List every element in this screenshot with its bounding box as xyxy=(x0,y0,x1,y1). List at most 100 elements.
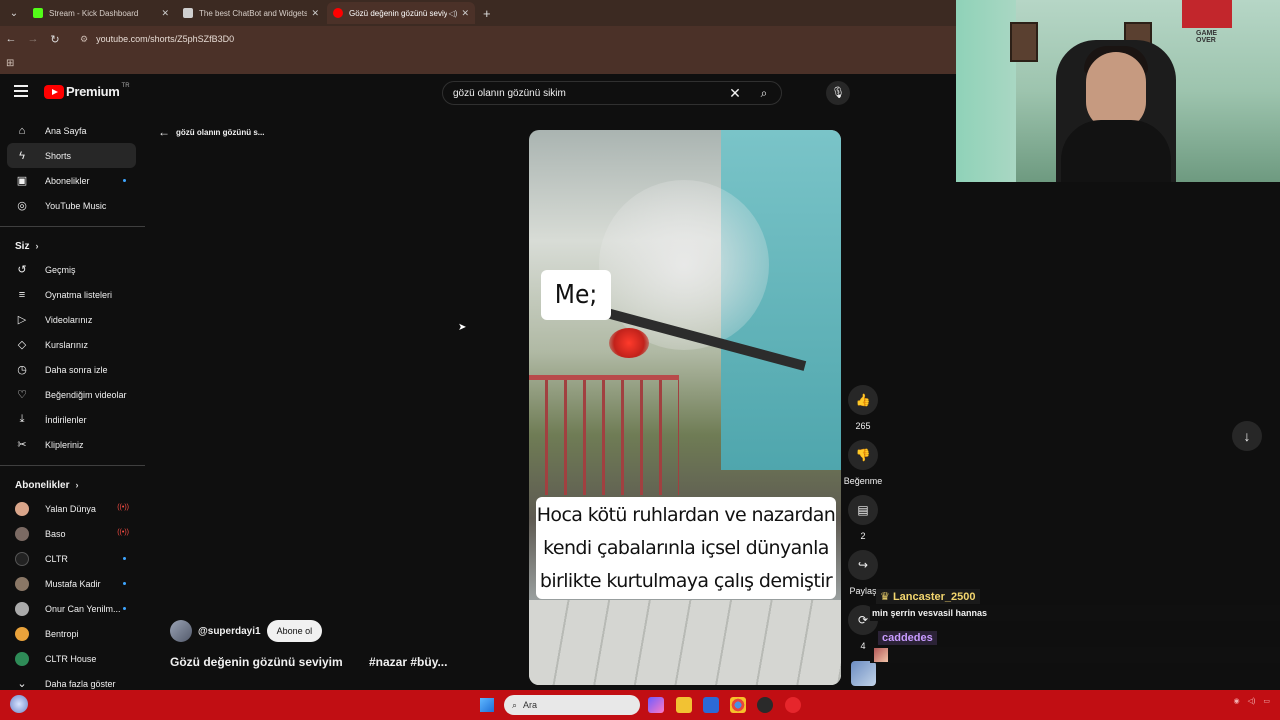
sidebar-item-downloads[interactable]: ⤓ İndirilenler xyxy=(7,407,136,432)
sidebar: ⌂ Ana Sayfa ϟ Shorts ▣ Abonelikler ◎ You… xyxy=(0,118,145,690)
sidebar-channel[interactable]: Bentropi xyxy=(7,621,136,646)
windows-start-icon[interactable] xyxy=(480,698,494,712)
file-explorer-icon[interactable] xyxy=(676,697,692,713)
channel-name[interactable]: @superdayi1 xyxy=(198,626,261,637)
taskbar-search[interactable]: ⌕ Ara xyxy=(504,695,640,715)
audio-playing-icon[interactable]: ◁) xyxy=(449,9,458,18)
address-bar-row: ← → ↻ ⚙ youtube.com/shorts/Z5phSZfB3D0 xyxy=(0,26,958,52)
sidebar-show-more[interactable]: ⌄ Daha fazla göster xyxy=(7,671,136,690)
sidebar-item-label: Geçmiş xyxy=(45,264,76,275)
browser-tab[interactable]: Stream - Kick Dashboard ✕ xyxy=(27,2,175,24)
chatbot-favicon-icon xyxy=(183,8,193,18)
sidebar-item-shorts[interactable]: ϟ Shorts xyxy=(7,143,136,168)
liked-icon: ♡ xyxy=(17,389,27,401)
sidebar-item-playlists[interactable]: ≡ Oynatma listeleri xyxy=(7,282,136,307)
video-caption: Hoca kötü ruhlardan ve nazardan kendi ça… xyxy=(536,497,836,599)
new-tab-icon[interactable]: + xyxy=(483,6,491,21)
like-button[interactable]: 👍 265 xyxy=(835,385,891,431)
back-to-search-link[interactable]: ← gözü olanın gözünü s... xyxy=(158,125,264,139)
url-text: youtube.com/shorts/Z5phSZfB3D0 xyxy=(96,34,235,44)
wall-frame xyxy=(1010,22,1038,62)
home-icon: ⌂ xyxy=(18,124,26,137)
youtube-premium-logo[interactable]: Premium TR xyxy=(44,83,130,99)
url-field[interactable]: ⚙ youtube.com/shorts/Z5phSZfB3D0 xyxy=(72,29,950,49)
sidebar-subscriptions-heading[interactable]: Abonelikler › xyxy=(0,474,145,496)
chevron-right-icon: › xyxy=(35,241,39,251)
obs-app-icon[interactable] xyxy=(757,697,773,713)
chat-message: min şerrin vesvasil hannas xyxy=(870,605,1280,621)
sidebar-channel[interactable]: Baso ((•)) xyxy=(7,521,136,546)
search-icon[interactable]: ⌕ xyxy=(747,86,781,101)
battery-icon[interactable]: ▭ xyxy=(1263,697,1270,705)
browser-tab[interactable]: The best ChatBot and Widgets ✕ xyxy=(177,2,325,24)
windows-taskbar xyxy=(0,690,1280,720)
comments-button[interactable]: ▤ 2 xyxy=(835,495,891,541)
streamer-face xyxy=(1086,52,1146,130)
subscribe-button[interactable]: Abone ol xyxy=(266,620,323,642)
weather-widget[interactable] xyxy=(10,695,28,713)
volume-icon[interactable]: ◁) xyxy=(1248,697,1256,705)
dislike-button[interactable]: 👎 Beğenme xyxy=(835,440,891,486)
downloads-icon: ⤓ xyxy=(19,413,25,425)
playlists-icon: ≡ xyxy=(18,288,26,301)
next-short-arrow-down-icon[interactable]: ↓ xyxy=(1232,421,1262,451)
avatar xyxy=(15,651,29,666)
live-icon: ((•)) xyxy=(117,504,129,511)
search-input[interactable]: gözü olanın gözünü sikim xyxy=(443,88,723,99)
short-hashtags[interactable]: #nazar #büy... xyxy=(369,655,447,669)
sidebar-item-label: Kurslarınız xyxy=(45,339,89,350)
sidebar-channel[interactable]: Onur Can Yenilm... xyxy=(7,596,136,621)
close-tab-icon[interactable]: ✕ xyxy=(161,8,169,19)
apps-grid-icon[interactable]: ⊞ xyxy=(6,58,14,69)
sidebar-item-label: Abonelikler xyxy=(45,175,90,186)
sidebar-item-clips[interactable]: ✂ Klipleriniz xyxy=(7,432,136,457)
your-videos-icon: ▷ xyxy=(17,314,27,326)
reload-icon[interactable]: ↻ xyxy=(44,33,66,46)
sidebar-item-history[interactable]: ↺ Geçmiş xyxy=(7,257,136,282)
tab-search-icon[interactable]: ⌄ xyxy=(3,2,25,24)
sidebar-item-courses[interactable]: ◇ Kurslarınız xyxy=(7,332,136,357)
avatar[interactable] xyxy=(170,620,192,642)
sidebar-item-home[interactable]: ⌂ Ana Sayfa xyxy=(7,118,136,143)
youtube-favicon-icon xyxy=(333,8,343,18)
game-over-sign: GAME OVER xyxy=(1196,30,1217,44)
chrome-app-icon[interactable] xyxy=(730,697,746,713)
sound-avatar[interactable] xyxy=(851,661,876,686)
microphone-icon[interactable]: 🎙 xyxy=(826,81,850,105)
short-title[interactable]: Gözü değenin gözünü seviyim xyxy=(170,655,343,669)
sidebar-item-label: Videolarınız xyxy=(45,314,93,325)
video-scene-fire xyxy=(609,328,649,358)
sidebar-channel[interactable]: CLTR House xyxy=(7,646,136,671)
search-box[interactable]: gözü olanın gözünü sikim ✕ ⌕ xyxy=(442,81,782,105)
chevron-down-icon: ⌄ xyxy=(17,678,27,690)
search-icon: ⌕ xyxy=(512,699,518,710)
sidebar-channel[interactable]: CLTR xyxy=(7,546,136,571)
sidebar-you-heading[interactable]: Siz › xyxy=(0,235,145,257)
site-info-icon[interactable]: ⚙ xyxy=(80,34,88,45)
network-icon[interactable]: ◉ xyxy=(1234,697,1240,705)
sidebar-channel[interactable]: Yalan Dünya ((•)) xyxy=(7,496,136,521)
sidebar-item-label: YouTube Music xyxy=(45,200,107,211)
browser-tab-active[interactable]: Gözü değenin gözünü seviy ◁) ✕ xyxy=(327,2,475,24)
store-app-icon[interactable] xyxy=(703,697,719,713)
close-tab-icon[interactable]: ✕ xyxy=(311,8,319,19)
thumbs-up-icon: 👍 xyxy=(848,385,878,415)
copilot-app-icon[interactable] xyxy=(648,697,664,713)
chat-username: caddedes xyxy=(878,631,937,645)
sidebar-channel[interactable]: Mustafa Kadir xyxy=(7,571,136,596)
forward-icon[interactable]: → xyxy=(22,33,44,45)
sidebar-item-liked-videos[interactable]: ♡ Beğendiğim videolar xyxy=(7,382,136,407)
sidebar-item-youtube-music[interactable]: ◎ YouTube Music xyxy=(7,193,136,218)
close-tab-icon[interactable]: ✕ xyxy=(461,8,469,19)
menu-icon[interactable] xyxy=(14,85,28,97)
short-video-player[interactable]: Me; Hoca kötü ruhlardan ve nazardan kend… xyxy=(529,130,841,685)
chat-message-text: min şerrin vesvasil hannas xyxy=(872,608,988,618)
back-icon[interactable]: ← xyxy=(0,33,22,45)
avatar xyxy=(15,601,29,616)
media-app-icon[interactable] xyxy=(785,697,801,713)
channel-name: Onur Can Yenilm... xyxy=(45,603,121,614)
sidebar-item-your-videos[interactable]: ▷ Videolarınız xyxy=(7,307,136,332)
sidebar-item-subscriptions[interactable]: ▣ Abonelikler xyxy=(7,168,136,193)
sidebar-item-watch-later[interactable]: ◷ Daha sonra izle xyxy=(7,357,136,382)
clear-search-icon[interactable]: ✕ xyxy=(723,85,747,102)
